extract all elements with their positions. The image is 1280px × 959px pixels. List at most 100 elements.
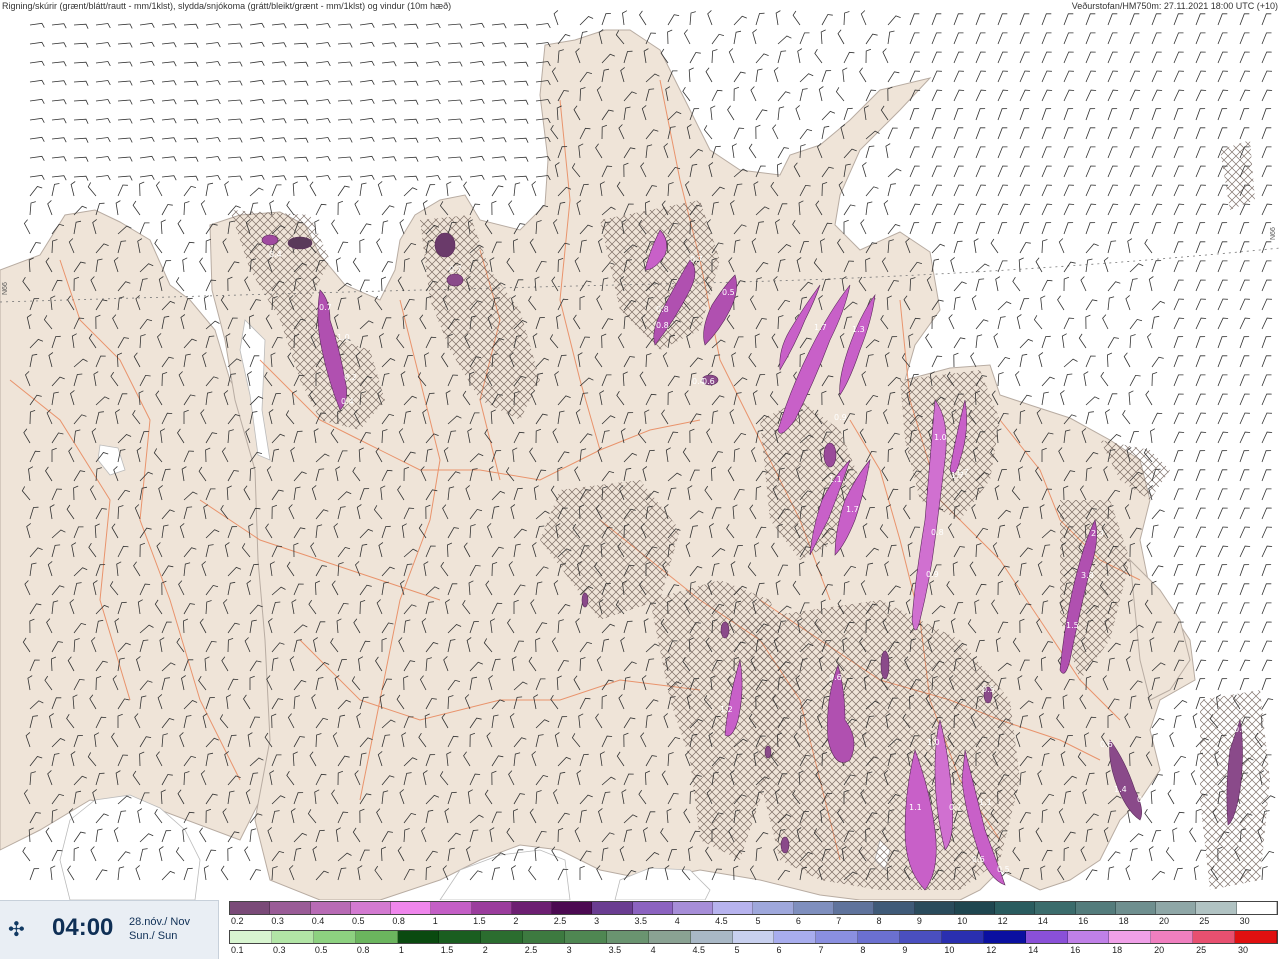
legend-snow-tick: 1 [432, 916, 438, 926]
legend-snow-swatch [592, 902, 633, 914]
legend-snow-swatch [833, 902, 875, 914]
legend-snow-swatch [431, 902, 472, 914]
legend-rain-tick: 10 [944, 945, 955, 955]
forecast-date: 28.nóv./ Nov Sun./ Sun [129, 915, 190, 943]
precip-value-label: 1.1 [829, 475, 842, 484]
legend-rain-tick: 0.5 [314, 945, 328, 955]
precip-value-label: 0.6 [1100, 740, 1113, 749]
legend-rain-swatch [983, 931, 1026, 943]
legend-snow-tick: 18 [1118, 916, 1129, 926]
legend-snow-tick: 0.5 [352, 916, 365, 926]
precip-value-label: 1.2 [720, 705, 733, 714]
precip-value-label: 0.6 [829, 673, 842, 682]
legend-rain-tick: 8 [860, 945, 866, 955]
legend-rain-swatch [1193, 931, 1235, 943]
precip-value-label: 1.0 [337, 333, 350, 342]
legend-snow-tick: 0.2 [231, 916, 244, 926]
legend-snow-ticks: 0.2 0.3 0.4 0.5 0.8 1 1.5 2 2.5 3 3.5 4 4.5 5 6 7 8 9 10 12… [229, 916, 1278, 928]
legend-rain-swatch [941, 931, 984, 943]
legend-rain-swatch [1109, 931, 1152, 943]
legend-rain-swatch [732, 931, 775, 943]
legend-rain-swatch [1067, 931, 1110, 943]
legend-snow-tick: 3 [594, 916, 600, 926]
precip-value-label: 1.7 [814, 323, 827, 332]
legend-snow-tick: 30 [1239, 916, 1250, 926]
legend-rain-swatch [439, 931, 482, 943]
legend-rain-swatch [690, 931, 733, 943]
precip-value-label: 0.5 [982, 685, 995, 694]
legend-snow-swatch [552, 902, 593, 914]
legend-snow-swatch [230, 902, 271, 914]
legend-rain-swatch [606, 931, 649, 943]
legend-snow: 0.2 0.3 0.4 0.5 0.8 1 1.5 2 2.5 3 3.5 4 4.5 5 6 7 8 9 10 12… [229, 900, 1278, 929]
legend-snow-tick: 16 [1078, 916, 1089, 926]
forecast-date-line2: Sun./ Sun [129, 930, 178, 942]
precip-value-label: 0.3 [1137, 795, 1150, 804]
precip-value-label: 0.7 [319, 303, 332, 312]
precip-value-label: 1.4 [1114, 785, 1127, 794]
legend-rain-swatch [355, 931, 398, 943]
legend-rain: 0.1 0.3 0.5 0.8 1 1.5 2 2.5 3 3.5 4 4.5 5 6 7 8 9 10 12 14 1… [229, 929, 1278, 958]
legend-snow-tick: 8 [876, 916, 882, 926]
legend-rain-swatch [565, 931, 607, 943]
map-source: Veðurstofan/HM750m: 27.11.2021 18:00 UTC… [1069, 0, 1280, 12]
precip-value-label: 0.5 [722, 288, 735, 297]
legend-rain-swatch [858, 931, 900, 943]
legend-rain-swatch [397, 931, 440, 943]
precip-value-label: 1.1 [979, 798, 992, 807]
precip-value-label: 0.8 [656, 321, 669, 330]
precip-value-label: 0.9 [834, 413, 847, 422]
legend-rain-tick: 12 [986, 945, 997, 955]
legend-snow-tick: 10 [957, 916, 968, 926]
legend-rain-tick: 25 [1196, 945, 1207, 955]
legend-snow-tick: 2.5 [553, 916, 567, 926]
precip-value-label: 0.6 [972, 855, 985, 864]
legend-rain-swatch [1151, 931, 1194, 943]
legend-snow-tick: 9 [916, 916, 922, 926]
legend-snow-tick: 2 [513, 916, 519, 926]
legend-snow-tick: 7 [836, 916, 842, 926]
legend-rain-tick: 3.5 [608, 945, 622, 955]
precip-value-label: 0.4 [692, 377, 705, 386]
legend-rain-tick: 1 [398, 945, 404, 955]
legend-snow-swatch [753, 902, 794, 914]
legend-rain-tick: 5 [734, 945, 740, 955]
latitude-label-west: N66 [2, 282, 9, 295]
precip-value-label: 1.1 [909, 803, 922, 812]
legend-rain-swatch [1025, 931, 1068, 943]
legend-snow-swatches [229, 901, 1278, 915]
legend-snow-tick: 12 [997, 916, 1008, 926]
legend-snow-swatch [471, 902, 512, 914]
weather-map: 0.4 0.7 1.0 0.7 0.2 0.8 0.7 0.5 0.8 0.6 0.4 1.7 1.3 0… [0, 0, 1280, 958]
legend-rain-swatch [774, 931, 817, 943]
precip-value-label: 0.4 [269, 250, 282, 259]
legend-rain-swatch [271, 931, 314, 943]
legend-rain-tick: 20 [1154, 945, 1165, 955]
legend-snow-tick: 5 [755, 916, 761, 926]
legend-rain-tick: 9 [902, 945, 908, 955]
precip-value-label: 1.7 [956, 468, 969, 477]
legend-snow-tick: 14 [1037, 916, 1048, 926]
legend-snow-swatch [713, 902, 754, 914]
precip-value-label: 1.5 [1066, 621, 1079, 630]
legend-snow-tick: 1.5 [473, 916, 486, 926]
legend-rain-swatch [648, 931, 691, 943]
legend-snow-tick: 4 [674, 916, 680, 926]
legend-snow-swatch [793, 902, 834, 914]
wind-icon[interactable]: ✣ [8, 919, 30, 941]
time-panel: ✣ 04:00 28.nóv./ Nov Sun./ Sun [0, 900, 219, 959]
legend-rain-swatch [1235, 931, 1277, 943]
latitude-label-east: N66 [1270, 227, 1277, 240]
precip-value-label: 0.9 [926, 570, 939, 579]
precip-value-label: 0.4 [1234, 725, 1247, 734]
legend-snow-swatch [914, 902, 955, 914]
legend-snow-swatch [1115, 902, 1157, 914]
legend-rain-ticks: 0.1 0.3 0.5 0.8 1 1.5 2 2.5 3 3.5 4 4.5 5 6 7 8 9 10 12 14 1… [229, 945, 1278, 957]
legend-rain-tick: 3 [566, 945, 572, 955]
precip-value-label: 0.2 [344, 373, 357, 382]
legend-snow-tick: 25 [1199, 916, 1210, 926]
legend-snow-tick: 4.5 [715, 916, 728, 926]
legend-rain-tick: 0.8 [356, 945, 370, 955]
legend-rain-tick: 0.1 [231, 945, 244, 955]
legend-rain-swatches [229, 930, 1278, 944]
